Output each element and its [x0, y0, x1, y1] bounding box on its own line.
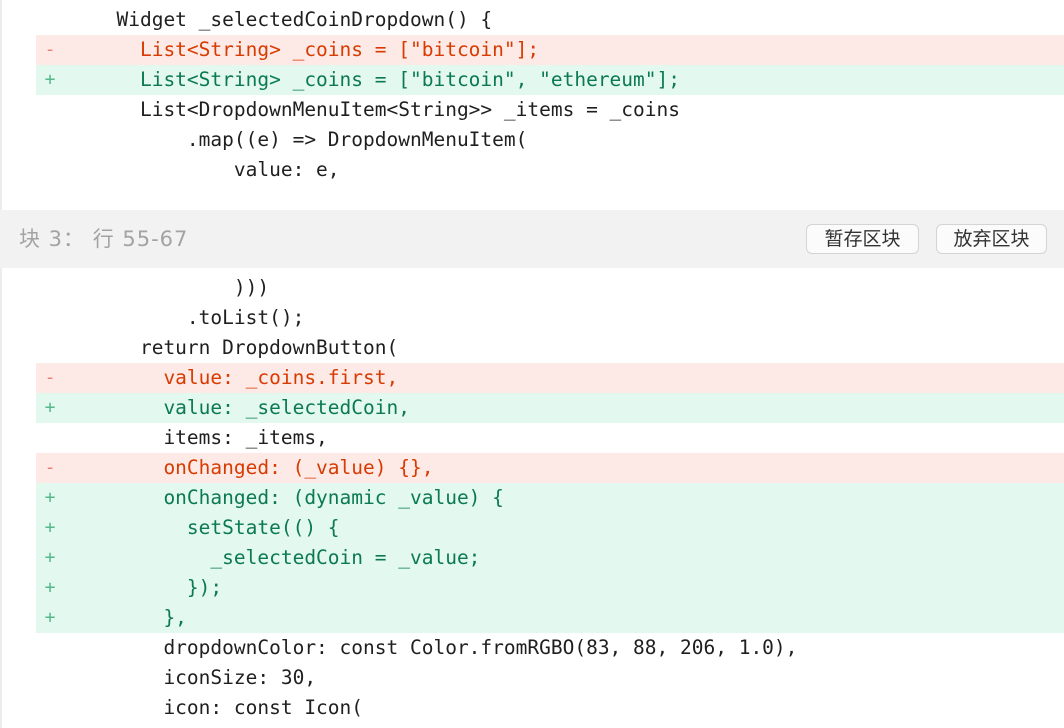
diff-line-added: + });: [36, 573, 1064, 603]
diff-marker: +: [44, 577, 56, 598]
hunk-header: 块 3： 行 55-67 暂存区块 放弃区块: [0, 210, 1064, 268]
diff-marker: +: [44, 517, 56, 538]
code-text: onChanged: (_value) {},: [93, 456, 434, 479]
code-text: List<DropdownMenuItem<String>> _items = …: [93, 98, 680, 121]
diff-marker: +: [44, 487, 56, 508]
code-text: List<String> _coins = ["bitcoin"];: [93, 38, 540, 61]
diff-line: value: e,: [36, 155, 1064, 185]
diff-marker: -: [44, 367, 56, 388]
code-text: icon: const Icon(: [93, 696, 364, 719]
gutter-rule: [0, 0, 2, 728]
diff-line: Widget _selectedCoinDropdown() {: [36, 5, 1064, 35]
diff-line-added: + onChanged: (dynamic _value) {: [36, 483, 1064, 513]
code-text: value: _selectedCoin,: [93, 396, 410, 419]
diff-line: iconSize: 30,: [36, 663, 1064, 693]
diff-line: items: _items,: [36, 423, 1064, 453]
stage-hunk-button[interactable]: 暂存区块: [806, 224, 919, 254]
diff-line: .map((e) => DropdownMenuItem(: [36, 125, 1064, 155]
code-text: Widget _selectedCoinDropdown() {: [93, 8, 493, 31]
diff-line: dropdownColor: const Color.fromRGBO(83, …: [36, 633, 1064, 663]
diff-line-added: + value: _selectedCoin,: [36, 393, 1064, 423]
diff-line: ))): [36, 273, 1064, 303]
discard-hunk-button[interactable]: 放弃区块: [936, 224, 1047, 254]
code-text: value: e,: [93, 158, 340, 181]
code-text: items: _items,: [93, 426, 328, 449]
code-text: iconSize: 30,: [93, 666, 317, 689]
diff-marker: +: [44, 547, 56, 568]
code-text: onChanged: (dynamic _value) {: [93, 486, 504, 509]
diff-line-added: + _selectedCoin = _value;: [36, 543, 1064, 573]
code-text: dropdownColor: const Color.fromRGBO(83, …: [93, 636, 798, 659]
code-text: ))): [93, 276, 270, 299]
diff-line-deleted: - onChanged: (_value) {},: [36, 453, 1064, 483]
code-text: },: [93, 606, 187, 629]
diff-marker: -: [44, 457, 56, 478]
diff-marker: +: [44, 69, 56, 90]
hunk-title: 块 3： 行 55-67: [19, 227, 189, 251]
diff-line: return DropdownButton(: [36, 333, 1064, 363]
diff-line-added: + setState(() {: [36, 513, 1064, 543]
code-text: List<String> _coins = ["bitcoin", "ether…: [93, 68, 680, 91]
diff-line: .toList();: [36, 303, 1064, 333]
code-text: .map((e) => DropdownMenuItem(: [93, 128, 528, 151]
diff-line-deleted: - value: _coins.first,: [36, 363, 1064, 393]
code-text: .toList();: [93, 306, 305, 329]
diff-line: icon: const Icon(: [36, 693, 1064, 723]
code-text: return DropdownButton(: [93, 336, 399, 359]
code-text: _selectedCoin = _value;: [93, 546, 481, 569]
diff-line-added: + },: [36, 603, 1064, 633]
diff-line-deleted: - List<String> _coins = ["bitcoin"];: [36, 35, 1064, 65]
code-text: });: [93, 576, 223, 599]
code-text: value: _coins.first,: [93, 366, 399, 389]
diff-line-added: + List<String> _coins = ["bitcoin", "eth…: [36, 65, 1064, 95]
diff-marker: +: [44, 397, 56, 418]
diff-line: List<DropdownMenuItem<String>> _items = …: [36, 95, 1064, 125]
diff-marker: +: [44, 607, 56, 628]
code-text: setState(() {: [93, 516, 340, 539]
diff-marker: -: [44, 39, 56, 60]
